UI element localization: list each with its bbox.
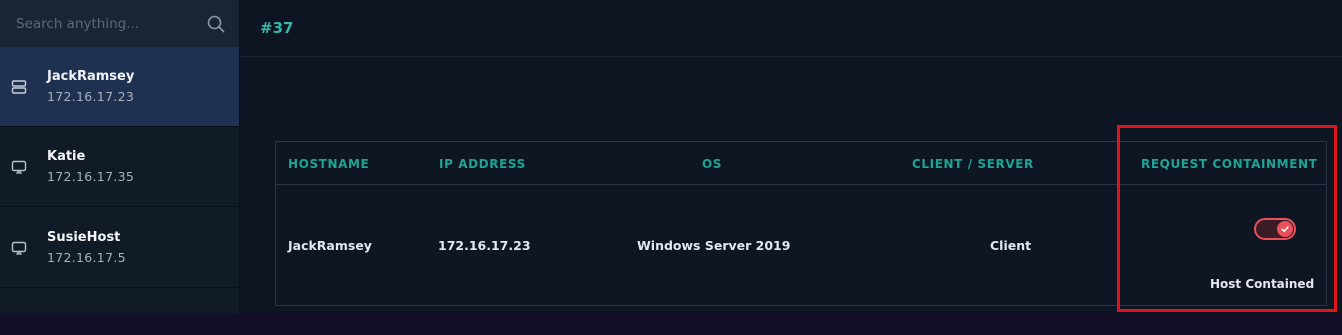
monitor-icon bbox=[10, 158, 28, 176]
sidebar-item-ip: 172.16.17.35 bbox=[47, 169, 135, 184]
cell-ip-address: 172.16.17.23 bbox=[438, 238, 531, 253]
sidebar: JackRamsey 172.16.17.23 Katie 172.16.17.… bbox=[0, 0, 240, 313]
cell-hostname: JackRamsey bbox=[288, 238, 372, 253]
sidebar-item-ip: 172.16.17.23 bbox=[47, 89, 135, 104]
search-bar bbox=[0, 0, 239, 47]
monitor-icon bbox=[10, 239, 28, 257]
server-icon bbox=[10, 78, 28, 96]
sidebar-item-jackramsey[interactable]: JackRamsey 172.16.17.23 bbox=[0, 47, 239, 127]
column-hostname: HOSTNAME bbox=[288, 157, 370, 171]
sidebar-item-name: Katie bbox=[47, 149, 86, 164]
column-os: OS bbox=[702, 157, 723, 171]
cell-client-server: Client bbox=[990, 238, 1032, 253]
sidebar-item-katie[interactable]: Katie 172.16.17.35 bbox=[0, 127, 239, 207]
highlight-box bbox=[1117, 125, 1337, 312]
sidebar-item-name: JackRamsey bbox=[47, 69, 135, 84]
bottom-strip bbox=[0, 313, 1342, 335]
sidebar-item-ip: 172.16.17.5 bbox=[47, 250, 126, 265]
search-input[interactable] bbox=[16, 15, 206, 32]
search-icon[interactable] bbox=[206, 14, 226, 34]
column-ip-address: IP ADDRESS bbox=[439, 157, 526, 171]
sidebar-item-susiehost[interactable]: SusieHost 172.16.17.5 bbox=[0, 208, 239, 288]
column-client-server: CLIENT / SERVER bbox=[912, 157, 1034, 171]
header-bar: #37 bbox=[240, 0, 1342, 57]
ticket-id: #37 bbox=[260, 19, 294, 37]
sidebar-item-name: SusieHost bbox=[47, 230, 121, 245]
cell-os: Windows Server 2019 bbox=[637, 238, 791, 253]
